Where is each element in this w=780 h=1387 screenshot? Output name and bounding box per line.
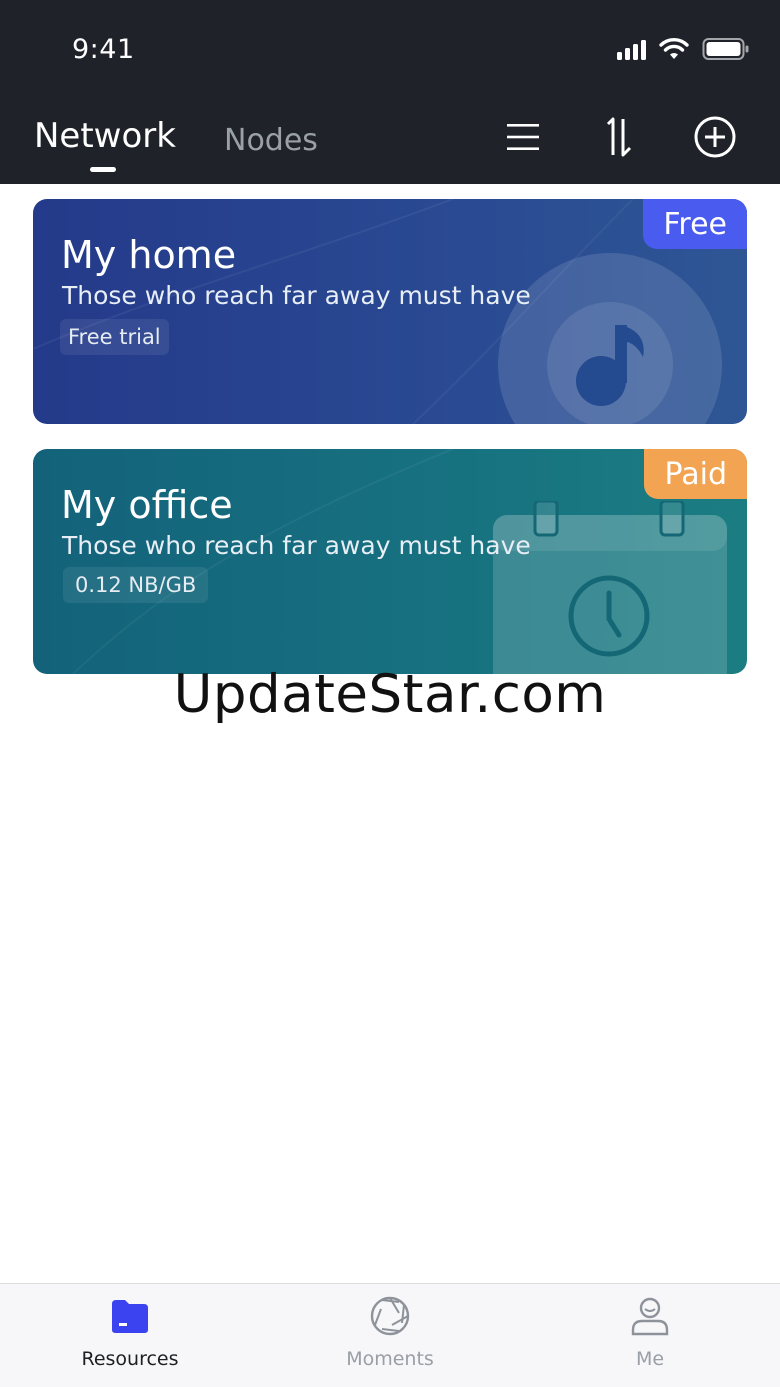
status-badge-paid: Paid xyxy=(644,449,747,499)
card-tag: Free trial xyxy=(60,319,169,355)
active-tab-indicator xyxy=(90,167,116,172)
tab-moments[interactable]: Moments xyxy=(290,1284,490,1387)
add-button[interactable] xyxy=(690,112,740,162)
tab-label: Me xyxy=(635,1348,665,1370)
user-icon xyxy=(631,1297,669,1336)
tab-label: Resources xyxy=(81,1348,179,1370)
music-note-icon xyxy=(576,325,644,406)
bottom-tab-bar: Resources Moments Me xyxy=(0,1283,780,1387)
battery-icon xyxy=(702,38,749,60)
tab-me[interactable]: Me xyxy=(550,1284,750,1387)
card-subtitle: Those who reach far away must have xyxy=(62,531,531,560)
network-card-home[interactable]: My home Those who reach far away must ha… xyxy=(33,199,747,424)
status-badge-free: Free xyxy=(643,199,747,249)
card-subtitle: Those who reach far away must have xyxy=(62,281,531,310)
card-title: My office xyxy=(61,483,233,527)
aperture-icon xyxy=(370,1296,410,1336)
watermark-text: UpdateStar.com xyxy=(173,664,607,725)
tab-network[interactable]: Network xyxy=(34,116,176,156)
app-header: 9:41 Network Nodes xyxy=(0,0,780,184)
cellular-signal-icon xyxy=(617,38,646,60)
status-time: 9:41 xyxy=(72,34,135,65)
network-card-office[interactable]: My office Those who reach far away must … xyxy=(33,449,747,674)
menu-button[interactable] xyxy=(498,112,548,162)
tab-nodes[interactable]: Nodes xyxy=(224,123,318,158)
status-icons xyxy=(617,34,750,64)
calendar-clock-icon xyxy=(493,501,727,674)
menu-icon xyxy=(507,124,539,150)
card-tag: 0.12 NB/GB xyxy=(63,567,209,603)
sort-button[interactable] xyxy=(594,112,644,162)
add-circle-icon xyxy=(694,116,736,158)
wifi-icon xyxy=(659,38,689,59)
sort-icon xyxy=(606,117,632,157)
tab-resources[interactable]: Resources xyxy=(30,1284,230,1387)
folder-icon xyxy=(112,1300,148,1333)
card-title: My home xyxy=(61,233,237,277)
tab-label: Moments xyxy=(346,1348,434,1370)
